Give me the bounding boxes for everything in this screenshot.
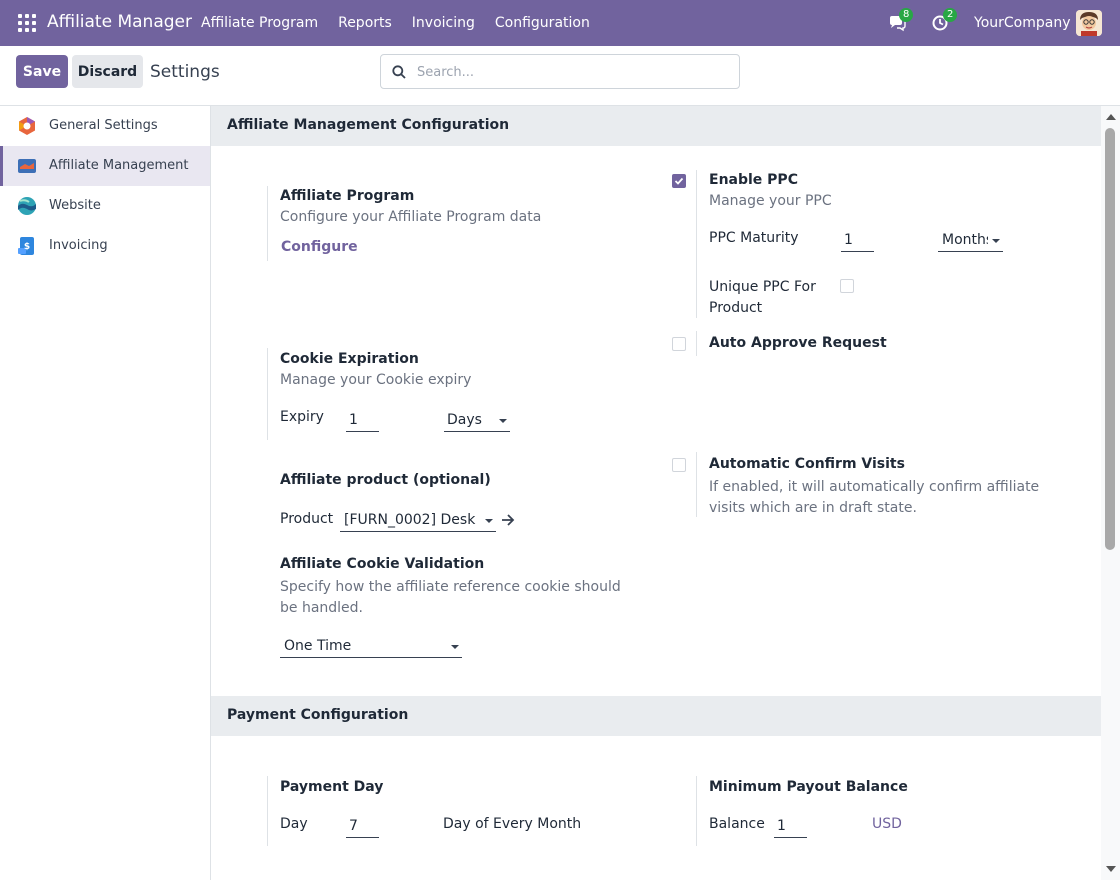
- expiry-label: Expiry: [280, 409, 324, 425]
- save-button[interactable]: Save: [16, 55, 68, 88]
- sidebar-item-label: Invoicing: [49, 238, 108, 253]
- payment-day-input[interactable]: 7: [346, 816, 379, 838]
- chevron-down-icon: [992, 239, 1000, 243]
- min-payout-title: Minimum Payout Balance: [709, 779, 908, 795]
- sidebar-item-invoicing[interactable]: $ Invoicing: [0, 226, 210, 266]
- messages-badge: 8: [899, 8, 914, 22]
- cookie-validation-select[interactable]: One Time: [280, 636, 462, 658]
- main-scrollbar[interactable]: [1101, 106, 1120, 880]
- divider: [696, 776, 697, 846]
- main-menu: Affiliate Program Reports Invoicing Conf…: [201, 15, 590, 31]
- auto-confirm-checkbox[interactable]: [672, 458, 686, 472]
- section-header-payment: Payment Configuration: [211, 696, 1101, 736]
- check-icon: [674, 177, 684, 185]
- section-header-affiliate: Affiliate Management Configuration: [211, 106, 1101, 146]
- chevron-down-icon: [451, 645, 459, 649]
- auto-confirm-description: If enabled, it will automatically confir…: [709, 479, 1040, 516]
- day-label: Day: [280, 816, 308, 832]
- menu-reports[interactable]: Reports: [338, 15, 392, 31]
- invoicing-icon: $: [18, 237, 34, 255]
- affiliate-program-title: Affiliate Program: [280, 188, 415, 204]
- app-brand[interactable]: Affiliate Manager: [47, 12, 192, 32]
- cookie-validation-title: Affiliate Cookie Validation: [280, 556, 485, 572]
- divider: [696, 452, 697, 517]
- expiry-input[interactable]: 1: [346, 410, 379, 432]
- divider: [267, 776, 268, 846]
- sidebar-item-label: General Settings: [49, 118, 158, 133]
- apps-grid-icon[interactable]: [18, 14, 36, 32]
- sidebar-item-label: Website: [49, 198, 101, 213]
- divider: [267, 186, 268, 261]
- user-avatar[interactable]: [1076, 10, 1102, 36]
- ppc-maturity-input[interactable]: 1: [841, 230, 874, 252]
- divider: [267, 348, 268, 440]
- enable-ppc-checkbox[interactable]: [672, 174, 686, 188]
- ppc-maturity-unit-value: Months: [942, 232, 988, 248]
- balance-label: Balance: [709, 816, 765, 832]
- product-value: [FURN_0002] Desk Pad: [344, 512, 478, 528]
- discard-button[interactable]: Discard: [72, 55, 143, 88]
- arrow-right-icon[interactable]: [501, 514, 515, 526]
- scroll-up-icon[interactable]: [1106, 114, 1116, 120]
- cookie-validation-description: Specify how the affiliate reference cook…: [280, 579, 621, 616]
- unique-ppc-label: Unique PPC For Product: [709, 279, 816, 316]
- payment-day-title: Payment Day: [280, 779, 384, 795]
- scroll-thumb[interactable]: [1105, 128, 1115, 550]
- svg-text:$: $: [24, 242, 30, 252]
- search-icon: [392, 65, 406, 79]
- control-panel: Save Discard Settings: [0, 46, 1120, 106]
- enable-ppc-title: Enable PPC: [709, 172, 798, 188]
- scroll-down-icon[interactable]: [1106, 866, 1116, 872]
- expiry-unit-select[interactable]: Days: [444, 410, 510, 432]
- section-title: Payment Configuration: [227, 707, 409, 723]
- search-box: [380, 54, 740, 89]
- company-switcher[interactable]: YourCompany: [974, 15, 1071, 31]
- divider: [696, 331, 697, 356]
- section-title: Affiliate Management Configuration: [227, 117, 510, 133]
- auto-approve-title: Auto Approve Request: [709, 335, 887, 351]
- menu-affiliate-program[interactable]: Affiliate Program: [201, 15, 318, 31]
- activity-clock-icon[interactable]: 2: [931, 8, 958, 33]
- ppc-maturity-unit-select[interactable]: Months: [938, 230, 1003, 252]
- affiliate-product-title: Affiliate product (optional): [280, 472, 491, 488]
- auto-approve-checkbox[interactable]: [672, 337, 686, 351]
- auto-confirm-title: Automatic Confirm Visits: [709, 456, 905, 472]
- currency-label[interactable]: USD: [872, 816, 902, 832]
- sidebar-item-website[interactable]: Website: [0, 186, 210, 226]
- cookie-validation-value: One Time: [284, 638, 352, 654]
- configure-link[interactable]: Configure: [281, 239, 358, 255]
- cookie-expiration-title: Cookie Expiration: [280, 351, 419, 367]
- enable-ppc-description: Manage your PPC: [709, 193, 832, 209]
- top-navbar: Affiliate Manager Affiliate Program Repo…: [0, 0, 1120, 46]
- general-settings-icon: [19, 117, 35, 135]
- page-title: Settings: [150, 62, 220, 82]
- chevron-down-icon: [485, 519, 493, 523]
- product-select[interactable]: [FURN_0002] Desk Pad: [340, 510, 496, 532]
- sidebar-item-affiliate-management[interactable]: Affiliate Management: [0, 146, 210, 186]
- menu-configuration[interactable]: Configuration: [495, 15, 590, 31]
- unique-ppc-checkbox[interactable]: [840, 279, 854, 293]
- chevron-down-icon: [499, 419, 507, 423]
- day-suffix-label: Day of Every Month: [443, 816, 582, 832]
- cookie-expiration-description: Manage your Cookie expiry: [280, 372, 472, 388]
- settings-content: Affiliate Management Configuration Affil…: [211, 106, 1101, 880]
- sidebar-item-label: Affiliate Management: [49, 158, 189, 173]
- search-input[interactable]: [417, 62, 717, 82]
- menu-invoicing[interactable]: Invoicing: [412, 15, 475, 31]
- website-icon: [18, 197, 36, 215]
- ppc-maturity-label: PPC Maturity: [709, 230, 799, 246]
- settings-sidebar: General Settings Affiliate Management We…: [0, 106, 211, 880]
- divider: [696, 170, 697, 318]
- sidebar-item-general-settings[interactable]: General Settings: [0, 106, 210, 146]
- affiliate-management-icon: [18, 159, 36, 173]
- product-label: Product: [280, 511, 334, 527]
- min-payout-input[interactable]: 1: [774, 816, 807, 838]
- activities-badge: 2: [943, 8, 958, 22]
- messages-icon[interactable]: 8: [887, 8, 914, 33]
- expiry-unit-value: Days: [447, 412, 482, 428]
- affiliate-program-description: Configure your Affiliate Program data: [280, 209, 542, 225]
